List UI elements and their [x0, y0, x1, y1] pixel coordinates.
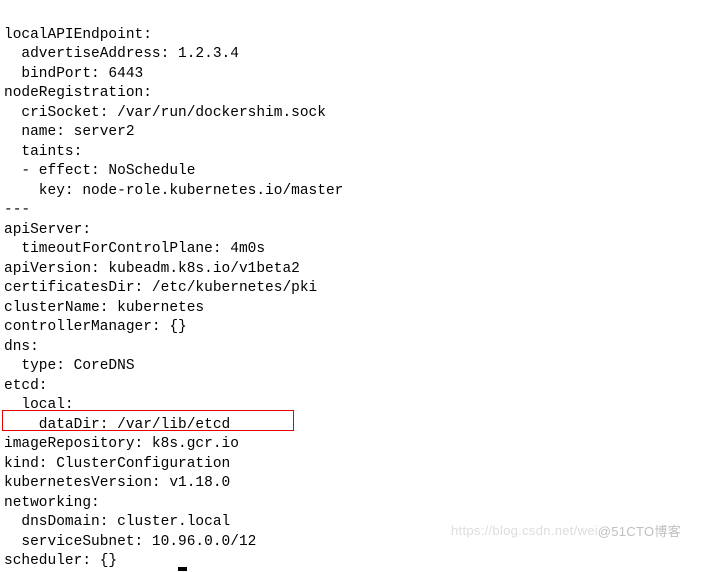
terminal-cursor	[178, 567, 187, 571]
code-line: name: server2	[4, 124, 135, 140]
code-line: criSocket: /var/run/dockershim.sock	[4, 105, 326, 121]
code-line: serviceSubnet: 10.96.0.0/12	[4, 534, 256, 550]
code-line: nodeRegistration:	[4, 85, 152, 101]
code-line: localAPIEndpoint:	[4, 27, 152, 43]
code-line: apiServer:	[4, 222, 91, 238]
blog-watermark: https://blog.csdn.net/wei	[451, 521, 598, 541]
cto-watermark: @51CTO博客	[598, 522, 681, 542]
code-line: local:	[4, 397, 74, 413]
code-line: imageRepository: k8s.gcr.io	[4, 436, 239, 452]
code-line: key: node-role.kubernetes.io/master	[4, 183, 343, 199]
code-line: timeoutForControlPlane: 4m0s	[4, 241, 265, 257]
code-line: dataDir: /var/lib/etcd	[4, 417, 230, 433]
code-line: apiVersion: kubeadm.k8s.io/v1beta2	[4, 261, 300, 277]
code-line: kind: ClusterConfiguration	[4, 456, 230, 472]
code-line: etcd:	[4, 378, 48, 394]
code-line: controllerManager: {}	[4, 319, 187, 335]
code-line: kubernetesVersion: v1.18.0	[4, 475, 230, 491]
code-line: advertiseAddress: 1.2.3.4	[4, 46, 239, 62]
code-line: clusterName: kubernetes	[4, 300, 204, 316]
code-line: scheduler: {}	[4, 553, 117, 569]
code-line: bindPort: 6443	[4, 66, 143, 82]
code-line: dns:	[4, 339, 39, 355]
code-line: certificatesDir: /etc/kubernetes/pki	[4, 280, 317, 296]
code-line: taints:	[4, 144, 82, 160]
code-line: networking:	[4, 495, 100, 511]
code-line: dnsDomain: cluster.local	[4, 514, 230, 530]
yaml-config-block: localAPIEndpoint: advertiseAddress: 1.2.…	[4, 6, 699, 572]
code-line: type: CoreDNS	[4, 358, 135, 374]
code-line: - effect: NoSchedule	[4, 163, 195, 179]
code-line: ---	[4, 202, 30, 218]
